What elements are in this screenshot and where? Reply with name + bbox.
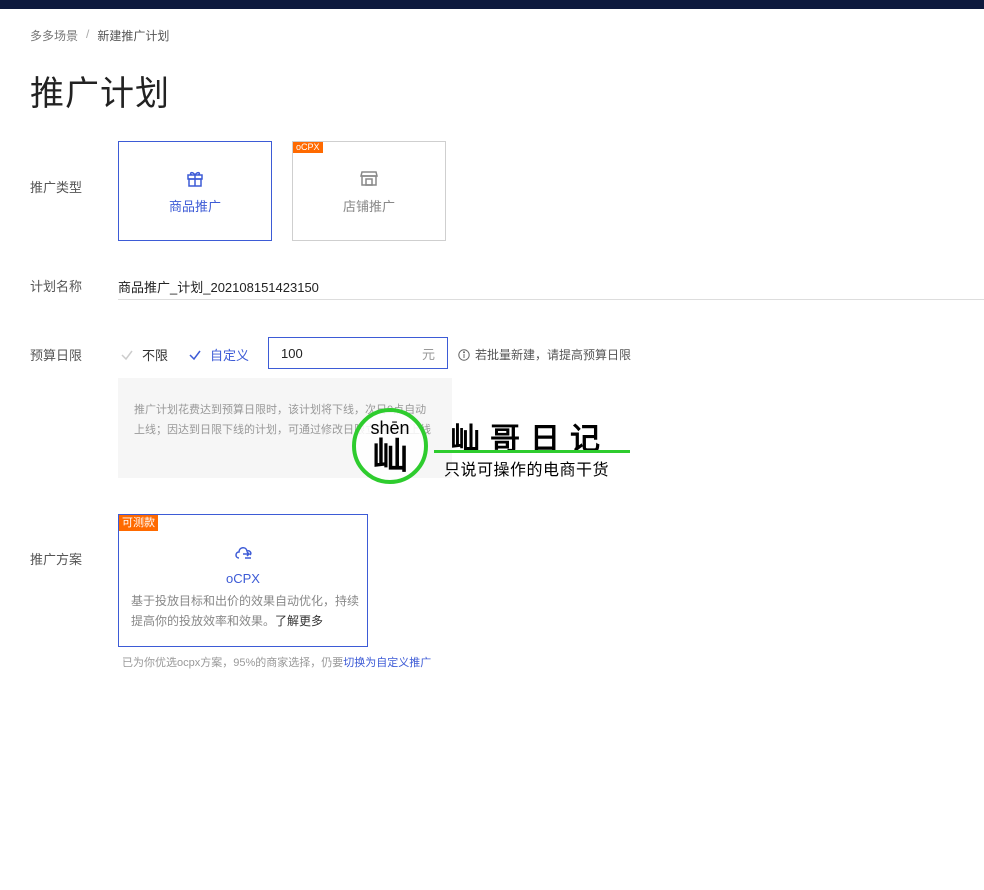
- ocpx-tag: oCPX: [293, 142, 323, 153]
- promotion-type-store-card[interactable]: oCPX 店铺推广: [292, 141, 446, 241]
- promotion-type-product-label: 商品推广: [168, 198, 221, 214]
- scheme-name: oCPX: [226, 571, 260, 586]
- store-icon: [360, 170, 378, 186]
- gift-icon: [187, 171, 203, 187]
- budget-unlimited-option[interactable]: 不限: [120, 345, 168, 364]
- scheme-description-text: 基于投放目标和出价的效果自动优化，持续提高你的投放效率和效果。: [131, 594, 360, 628]
- learn-more-link[interactable]: 了解更多: [275, 614, 323, 628]
- switch-custom-link[interactable]: 切换为自定义推广: [343, 657, 431, 669]
- budget-amount-input[interactable]: [281, 345, 401, 361]
- promotion-type-product-card[interactable]: 商品推广: [118, 141, 272, 241]
- scheme-footnote: 已为你优选ocpx方案，95%的商家选择，仍要切换为自定义推广: [122, 654, 431, 670]
- budget-hint-text: 若批量新建，请提高预算日限: [475, 348, 632, 362]
- budget-unlimited-label: 不限: [142, 348, 169, 363]
- budget-custom-option[interactable]: 自定义: [188, 345, 249, 364]
- daily-budget-label: 预算日限: [30, 348, 83, 363]
- scheme-ocpx-card[interactable]: 可测款 oCPX 基于投放目标和出价的效果自动优化，持续提高你的投放效率和效果。…: [118, 514, 368, 647]
- plan-name-label: 计划名称: [30, 279, 83, 294]
- watermark-logo: shēn 屾 屾哥日记 只说可操作的电商干货: [352, 408, 642, 484]
- check-icon: [189, 350, 201, 360]
- watermark-underline: [434, 450, 630, 453]
- breadcrumb: 多多场景 / 新建推广计划: [30, 27, 169, 44]
- cloud-link-icon: [235, 547, 252, 559]
- plan-name-input[interactable]: 商品推广_计划_202108151423150: [118, 270, 984, 300]
- budget-unit: 元: [421, 346, 435, 362]
- breadcrumb-parent[interactable]: 多多场景: [30, 27, 78, 44]
- watermark-subtitle: 只说可操作的电商干货: [444, 462, 610, 479]
- breadcrumb-separator: /: [86, 27, 90, 41]
- promotion-type-store-label: 店铺推广: [342, 198, 395, 214]
- scheme-label: 推广方案: [30, 552, 83, 567]
- scheme-tag: 可测款: [119, 515, 158, 531]
- page-title: 推广计划: [30, 75, 170, 113]
- budget-amount-field[interactable]: 元: [268, 337, 448, 369]
- watermark-char: 屾: [371, 435, 408, 476]
- info-icon: [458, 348, 470, 361]
- scheme-footnote-text: 已为你优选ocpx方案，95%的商家选择，仍要: [122, 657, 344, 669]
- scheme-description: 基于投放目标和出价的效果自动优化，持续提高你的投放效率和效果。了解更多: [131, 591, 359, 631]
- promotion-type-label: 推广类型: [30, 180, 83, 195]
- breadcrumb-current: 新建推广计划: [97, 29, 170, 43]
- check-icon: [121, 350, 133, 360]
- budget-hint: 若批量新建，请提高预算日限: [458, 346, 631, 363]
- top-bar: [0, 0, 984, 9]
- budget-custom-label: 自定义: [210, 348, 250, 363]
